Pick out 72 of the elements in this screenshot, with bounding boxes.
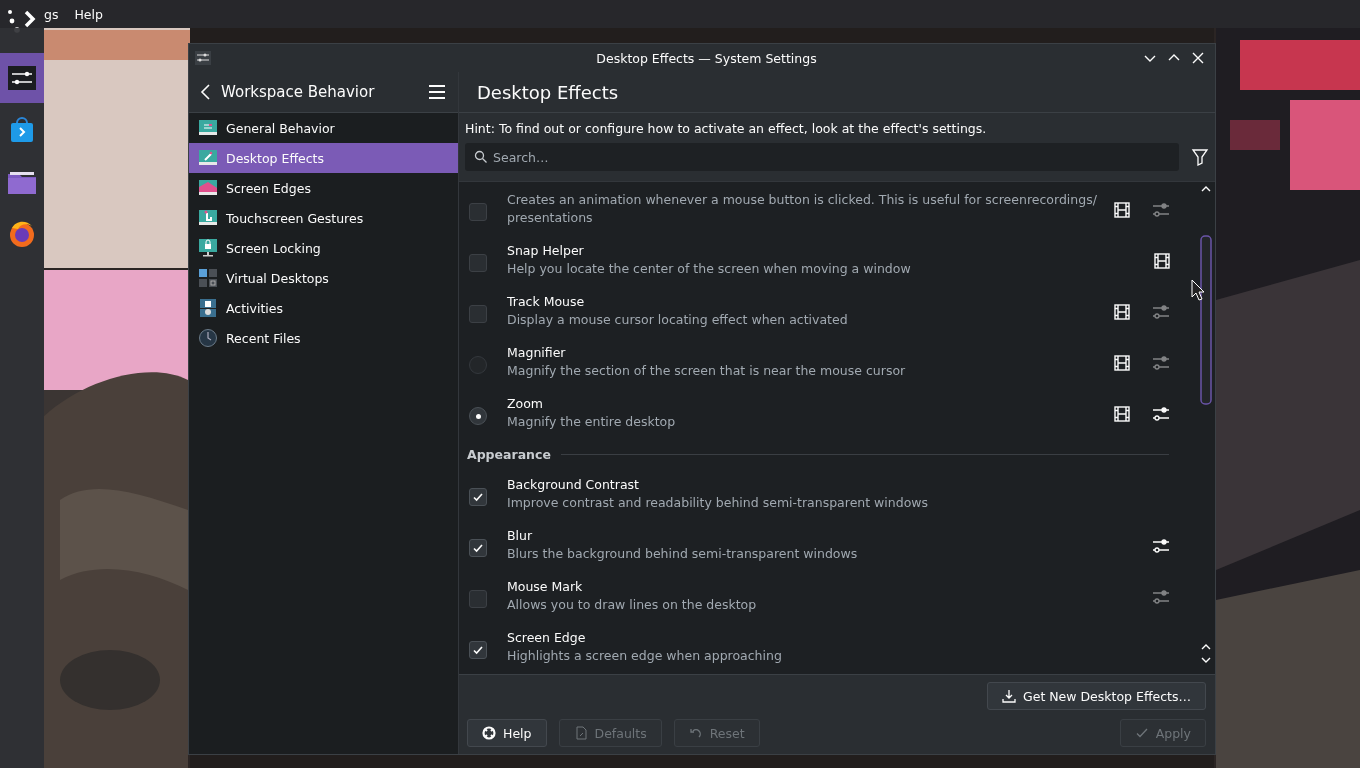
checkbox[interactable]: [469, 203, 487, 221]
settings-icon[interactable]: [1151, 405, 1171, 423]
checkbox[interactable]: [469, 539, 487, 557]
checkbox[interactable]: [469, 488, 487, 506]
effect-description: Help you locate the center of the screen when moving a window: [507, 260, 912, 278]
effect-name: Background Contrast: [507, 476, 640, 494]
checkbox[interactable]: [469, 305, 487, 323]
lifebuoy-icon: [482, 726, 496, 740]
check-icon: [472, 644, 484, 656]
effect-description: Blurs the background behind semi-transparent windows: [507, 545, 859, 563]
film-icon[interactable]: [1153, 252, 1171, 270]
checkbox[interactable]: [469, 254, 487, 272]
film-icon[interactable]: [1113, 201, 1131, 219]
effect-name: Snap Helper: [507, 242, 585, 260]
effect-description: Improve contrast and readability behind semi-transparent windows: [507, 494, 930, 512]
menu-item[interactable]: gs: [42, 6, 61, 22]
sidebar-item[interactable]: Screen Locking: [189, 233, 458, 263]
effect-name: Blur: [507, 527, 534, 545]
sidebar-item[interactable]: Screen Edges: [189, 173, 458, 203]
check-icon: [472, 491, 484, 503]
get-new-effects-button[interactable]: Get New Desktop Effects…: [987, 682, 1206, 710]
category-icon: [198, 328, 218, 348]
effect-description: Magnify the section of the screen that is near the mouse cursor: [507, 362, 907, 380]
sidebar-item[interactable]: Touchscreen Gestures: [189, 203, 458, 233]
effect-description: Display a mouse cursor locating effect when activated: [507, 311, 849, 329]
undo-icon: [688, 726, 703, 740]
effect-description: Magnify the entire desktop: [507, 413, 677, 431]
section-heading: Appearance: [467, 446, 551, 462]
effect-name: Track Mouse: [507, 293, 586, 311]
back-icon[interactable]: [199, 82, 213, 102]
sidebar-item[interactable]: Desktop Effects: [189, 143, 458, 173]
effect-name: Magnifier: [507, 344, 567, 362]
film-icon[interactable]: [1113, 354, 1131, 372]
dock-item[interactable]: [0, 53, 44, 103]
checkbox[interactable]: [469, 590, 487, 608]
effect-description: Creates an animation whenever a mouse button is clicked. This is useful for screenrecordings/ presentations: [507, 191, 1098, 227]
film-icon[interactable]: [1113, 303, 1131, 321]
filter-icon[interactable]: [1191, 148, 1209, 166]
category-icon: [198, 118, 218, 138]
window-title: Desktop Effects — System Settings: [595, 50, 818, 66]
hint-text: Hint: To find out or configure how to activate an effect, look at the effect's settings.: [465, 121, 988, 136]
category-icon: [198, 208, 218, 228]
effect-description: Allows you to draw lines on the desktop: [507, 596, 758, 614]
film-icon[interactable]: [1113, 405, 1131, 423]
sidebar-item[interactable]: Recent Files: [189, 323, 458, 353]
sidebar-title: Workspace Behavior: [221, 83, 376, 101]
category-icon: [198, 148, 218, 168]
sidebar-item[interactable]: Virtual Desktops: [189, 263, 458, 293]
check-icon: [1134, 726, 1149, 740]
effect-name: Mouse Mark: [507, 578, 584, 596]
category-icon: [198, 268, 218, 288]
radio-button[interactable]: [469, 407, 487, 425]
search-field[interactable]: Search…: [465, 143, 1179, 171]
cursor-icon: [1191, 279, 1205, 301]
effect-name: Zoom: [507, 395, 545, 413]
sidebar-item[interactable]: General Behavior: [189, 113, 458, 143]
help-button[interactable]: Help: [467, 719, 547, 747]
category-icon: [198, 178, 218, 198]
page-title: Desktop Effects: [477, 81, 619, 103]
window-icon: [194, 49, 212, 67]
menu-icon[interactable]: [428, 84, 446, 100]
category-icon: [198, 298, 218, 318]
document-icon: [573, 726, 588, 740]
category-icon: [198, 238, 218, 258]
checkbox[interactable]: [469, 641, 487, 659]
sidebar-item[interactable]: Activities: [189, 293, 458, 323]
download-icon: [1002, 689, 1016, 703]
effect-description: Highlights a screen edge when approaching: [507, 647, 783, 665]
menu-item[interactable]: Help: [72, 6, 105, 22]
settings-icon[interactable]: [1151, 537, 1171, 555]
check-icon: [472, 542, 484, 554]
effect-name: Screen Edge: [507, 629, 587, 647]
